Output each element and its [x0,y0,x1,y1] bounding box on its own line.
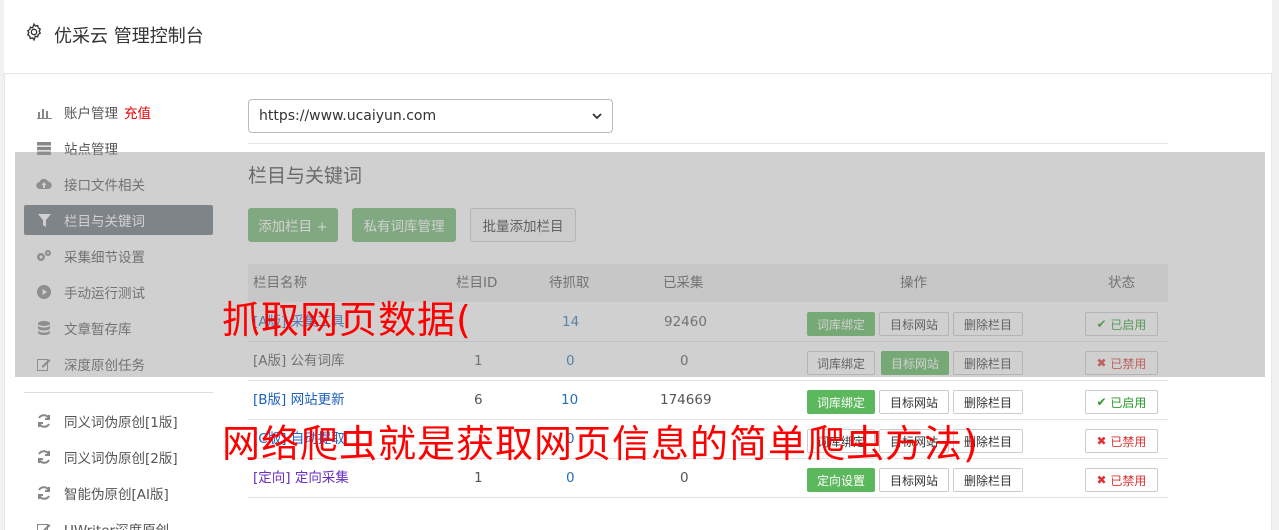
target-site-button[interactable]: 目标网站 [879,390,949,414]
sidebar-item-synonym-1[interactable]: 同义词伪原创[1版] [24,406,213,436]
site-select[interactable]: https://www.ucaiyun.com [248,99,613,133]
check-icon: ✔ [1096,395,1111,409]
sidebar-item-label: 同义词伪原创[2版] [64,451,178,467]
bind-lib-button[interactable]: 词库绑定 [807,390,875,414]
sidebar-item-account[interactable]: 账户管理 充值 [24,97,213,127]
sidebar-item-synonym-2[interactable]: 同义词伪原创[2版] [24,442,213,472]
sidebar-item-uwriter[interactable]: UWriter深度原创 [24,514,213,530]
refresh-icon [36,449,52,465]
status-toggle[interactable]: ✔ 已启用 [1085,390,1158,414]
refresh-icon [36,485,52,501]
status-label: 已启用 [1110,395,1147,410]
delete-column-button[interactable]: 删除栏目 [953,468,1023,492]
sidebar-item-label: 同义词伪原创[1版] [64,415,178,431]
sidebar-item-label: 账户管理 [64,106,118,122]
sidebar-item-ai-original[interactable]: 智能伪原创[AI版] [24,478,213,508]
caption-line-2: 网络爬虫就是获取网页信息的简单爬虫方法) [222,422,979,466]
recharge-link[interactable]: 充值 [124,102,151,122]
refresh-icon [36,413,52,429]
divider [248,143,1168,144]
sidebar-item-label: UWriter深度原创 [64,519,169,530]
status-toggle[interactable]: ✖ 已禁用 [1085,468,1158,492]
bar-chart-icon [36,104,52,120]
close-icon: ✖ [1096,473,1111,487]
sidebar-divider [24,392,213,393]
directed-settings-button[interactable]: 定向设置 [807,468,875,492]
overlay-band [15,152,1265,377]
chevron-down-icon [592,113,602,120]
target-site-button[interactable]: 目标网站 [879,468,949,492]
gear-icon[interactable] [24,22,44,42]
app-header: 优采云 管理控制台 [4,0,1272,74]
close-icon: ✖ [1096,434,1111,448]
status-label: 已禁用 [1110,473,1147,488]
status-toggle[interactable]: ✖ 已禁用 [1085,429,1158,453]
site-select-value: https://www.ucaiyun.com [259,108,437,124]
status-label: 已禁用 [1110,434,1147,449]
edit-icon [36,521,52,530]
delete-column-button[interactable]: 删除栏目 [953,390,1023,414]
sidebar-item-label: 智能伪原创[AI版] [64,487,169,503]
caption-line-1: 抓取网页数据( [222,298,472,342]
page-title: 优采云 管理控制台 [54,26,204,47]
